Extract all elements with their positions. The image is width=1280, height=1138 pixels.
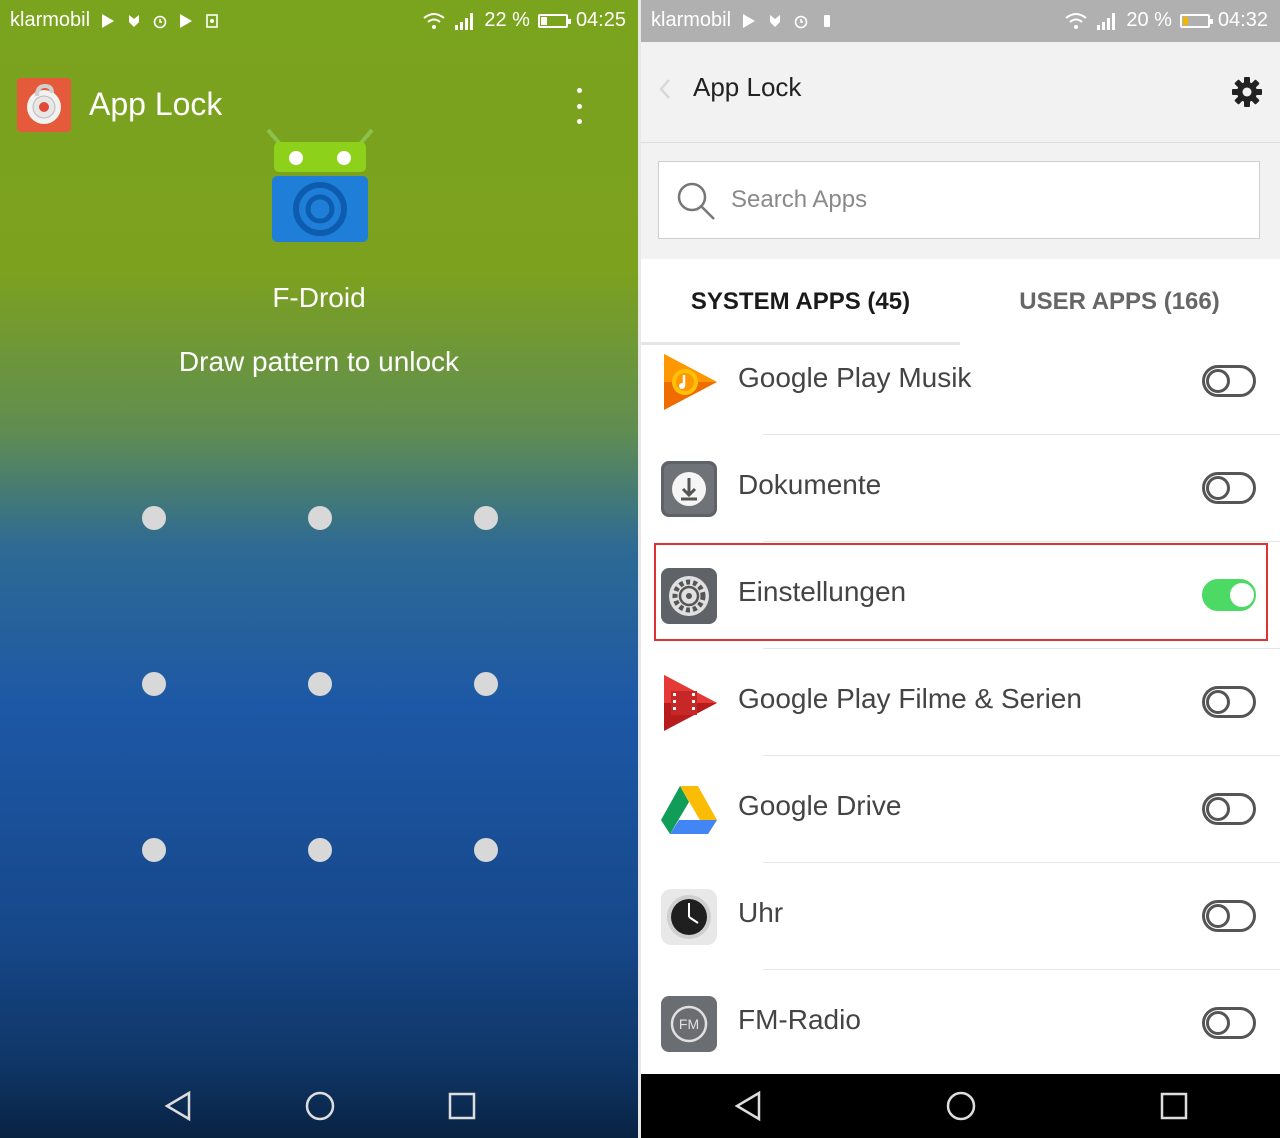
carrier-label: klarmobil xyxy=(10,9,91,31)
recents-icon[interactable] xyxy=(440,1084,484,1128)
play-store-notification-icon xyxy=(102,13,115,28)
battery-icon xyxy=(537,13,571,28)
list-item[interactable]: FM FM-Radio xyxy=(641,970,1280,1075)
google-play-music-icon xyxy=(664,354,717,410)
search-area xyxy=(641,143,1280,259)
screenshot-icon xyxy=(206,13,218,28)
home-icon[interactable] xyxy=(298,1084,342,1128)
battery-percent: 22 % xyxy=(484,9,530,31)
alarm-icon xyxy=(153,15,167,28)
signal-icon xyxy=(455,12,474,30)
wifi-icon xyxy=(1065,12,1087,29)
app-lock-logo-icon xyxy=(17,78,71,132)
overflow-menu-icon[interactable] xyxy=(564,88,594,124)
list-item[interactable]: Einstellungen xyxy=(641,542,1280,649)
battery-icon xyxy=(1179,13,1213,28)
pattern-dot[interactable] xyxy=(474,506,498,530)
svg-text:FM: FM xyxy=(679,1016,699,1032)
pattern-dot[interactable] xyxy=(308,672,332,696)
clock: 04:32 xyxy=(1217,9,1268,31)
list-item[interactable]: Google Drive xyxy=(641,756,1280,863)
recents-icon[interactable] xyxy=(1152,1084,1196,1128)
signal-icon xyxy=(1097,12,1116,30)
app-label: Google Play Musik xyxy=(738,362,972,393)
list-item[interactable]: Google Play Musik xyxy=(641,345,1280,435)
app-label: Einstellungen xyxy=(738,576,907,607)
documents-icon xyxy=(661,461,717,517)
settings-icon xyxy=(661,568,717,624)
pattern-dot[interactable] xyxy=(142,838,166,862)
list-item[interactable]: Google Play Filme & Serien xyxy=(641,649,1280,756)
back-arrow-icon[interactable] xyxy=(655,76,675,102)
back-icon[interactable] xyxy=(156,1084,200,1128)
pattern-dot[interactable] xyxy=(308,838,332,862)
tab-system-apps[interactable]: SYSTEM APPS (45) xyxy=(641,259,960,345)
lock-toggle[interactable] xyxy=(1202,1007,1256,1039)
toolbar: App Lock xyxy=(641,42,1280,143)
clock: 04:25 xyxy=(575,9,626,31)
lock-toggle[interactable] xyxy=(1202,793,1256,825)
app-lock-list-screen: klarmobil 20 % 04:32 App Lock Search App… xyxy=(641,0,1280,1138)
battery-alert-icon xyxy=(824,14,831,27)
navigation-bar xyxy=(0,1074,638,1138)
lock-toggle[interactable] xyxy=(1202,365,1256,397)
locked-app-name: F-Droid xyxy=(272,282,366,313)
toolbar-title: App Lock xyxy=(693,72,802,102)
app-label: Google Play Filme & Serien xyxy=(738,683,1082,714)
app-label: FM-Radio xyxy=(738,1004,861,1035)
lock-toggle[interactable] xyxy=(1202,900,1256,932)
f-droid-app-icon xyxy=(266,128,374,242)
battery-percent: 20 % xyxy=(1126,9,1172,31)
pattern-lock-screen: klarmobil 22 % 04:25 App Lock F-Droid Dr… xyxy=(0,0,638,1138)
lock-toggle[interactable] xyxy=(1202,579,1256,611)
notification-icon xyxy=(129,14,140,27)
lock-toggle[interactable] xyxy=(1202,686,1256,718)
carrier-label: klarmobil xyxy=(651,9,732,31)
google-play-movies-icon xyxy=(664,675,717,731)
pattern-dot[interactable] xyxy=(474,838,498,862)
pattern-dot[interactable] xyxy=(142,672,166,696)
pattern-dot[interactable] xyxy=(308,506,332,530)
alarm-icon xyxy=(794,15,808,28)
play-store-notification-icon xyxy=(743,13,756,28)
search-input[interactable] xyxy=(731,178,1231,222)
search-box[interactable] xyxy=(658,161,1260,239)
home-icon[interactable] xyxy=(939,1084,983,1128)
pattern-dot[interactable] xyxy=(142,506,166,530)
status-bar: klarmobil 20 % 04:32 xyxy=(641,0,1280,42)
app-label: Google Drive xyxy=(738,790,902,821)
tab-bar: SYSTEM APPS (45) USER APPS (166) xyxy=(641,259,1280,345)
status-bar: klarmobil 22 % 04:25 xyxy=(0,0,638,42)
notification-icon xyxy=(770,14,781,27)
clock-icon xyxy=(661,889,717,945)
navigation-bar xyxy=(641,1074,1280,1138)
lock-toggle[interactable] xyxy=(1202,472,1256,504)
back-icon[interactable] xyxy=(726,1084,770,1128)
tab-user-apps[interactable]: USER APPS (166) xyxy=(960,259,1279,345)
fm-radio-icon: FM xyxy=(661,996,717,1052)
app-label: Uhr xyxy=(738,897,784,928)
app-label: Dokumente xyxy=(738,469,882,500)
play-store-notification-icon xyxy=(180,13,193,28)
search-icon xyxy=(677,182,715,220)
app-title: App Lock xyxy=(89,86,223,122)
list-item[interactable]: Dokumente xyxy=(641,435,1280,542)
google-drive-icon xyxy=(661,786,717,834)
wifi-icon xyxy=(423,12,445,29)
gear-icon[interactable] xyxy=(1231,76,1263,108)
app-list: Google Play Musik Dokumente Einstellunge… xyxy=(641,345,1280,1075)
pattern-dot[interactable] xyxy=(474,672,498,696)
list-item[interactable]: Uhr xyxy=(641,863,1280,970)
unlock-hint: Draw pattern to unlock xyxy=(178,346,460,377)
